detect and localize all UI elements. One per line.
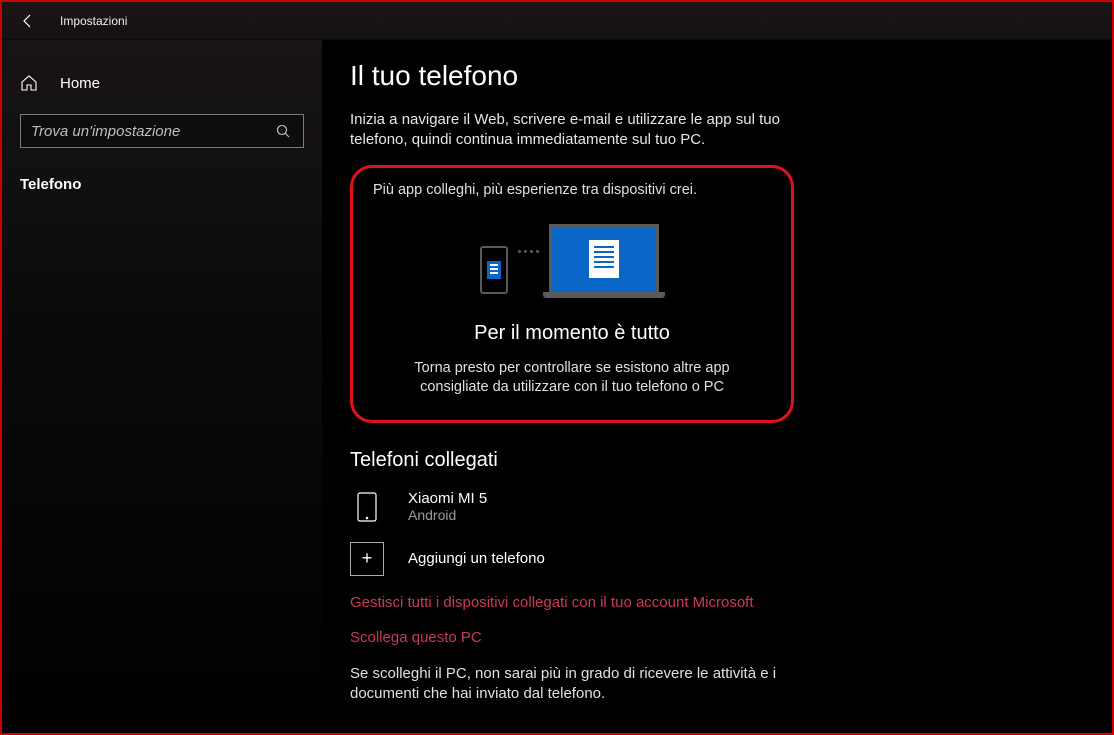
back-button[interactable]	[14, 7, 42, 35]
arrow-left-icon	[20, 13, 36, 29]
intro-text: Inizia a navigare il Web, scrivere e-mai…	[350, 110, 780, 151]
laptop-icon	[549, 224, 665, 298]
plus-icon: +	[350, 542, 384, 576]
device-platform: Android	[408, 507, 487, 523]
unlink-pc-link[interactable]: Scollega questo PC	[350, 629, 1084, 646]
search-input[interactable]	[31, 123, 275, 140]
suggestion-sub: Torna presto per controllare se esistono…	[373, 359, 771, 398]
smartphone-icon	[350, 490, 384, 524]
sidebar: Home Telefono	[2, 40, 322, 733]
search-box[interactable]	[20, 114, 304, 148]
add-phone-label: Aggiungi un telefono	[408, 550, 545, 567]
linked-phone-item[interactable]: Xiaomi MI 5 Android	[350, 490, 1084, 524]
suggestion-lead: Più app colleghi, più esperienze tra dis…	[373, 182, 771, 198]
suggestion-title: Per il momento è tutto	[373, 322, 771, 345]
device-info: Xiaomi MI 5 Android	[408, 490, 487, 523]
connection-dots-icon	[518, 250, 539, 253]
home-nav[interactable]: Home	[2, 68, 322, 106]
linked-phones-title: Telefoni collegati	[350, 449, 1084, 472]
search-icon	[275, 123, 293, 139]
device-name: Xiaomi MI 5	[408, 490, 487, 507]
unlink-description: Se scolleghi il PC, non sarai più in gra…	[350, 664, 820, 705]
home-icon	[20, 74, 42, 92]
titlebar: Impostazioni	[2, 2, 1112, 40]
suggestion-box: Più app colleghi, più esperienze tra dis…	[350, 165, 794, 423]
home-label: Home	[60, 75, 100, 92]
phone-icon	[480, 246, 508, 294]
main-content: Il tuo telefono Inizia a navigare il Web…	[322, 40, 1112, 733]
add-phone-button[interactable]: + Aggiungi un telefono	[350, 542, 1084, 576]
page-title: Il tuo telefono	[350, 60, 1084, 92]
sidebar-item-telefono[interactable]: Telefono	[2, 166, 322, 203]
window-title: Impostazioni	[60, 14, 127, 28]
manage-devices-link[interactable]: Gestisci tutti i dispositivi collegati c…	[350, 594, 1084, 611]
devices-illustration	[373, 224, 771, 298]
